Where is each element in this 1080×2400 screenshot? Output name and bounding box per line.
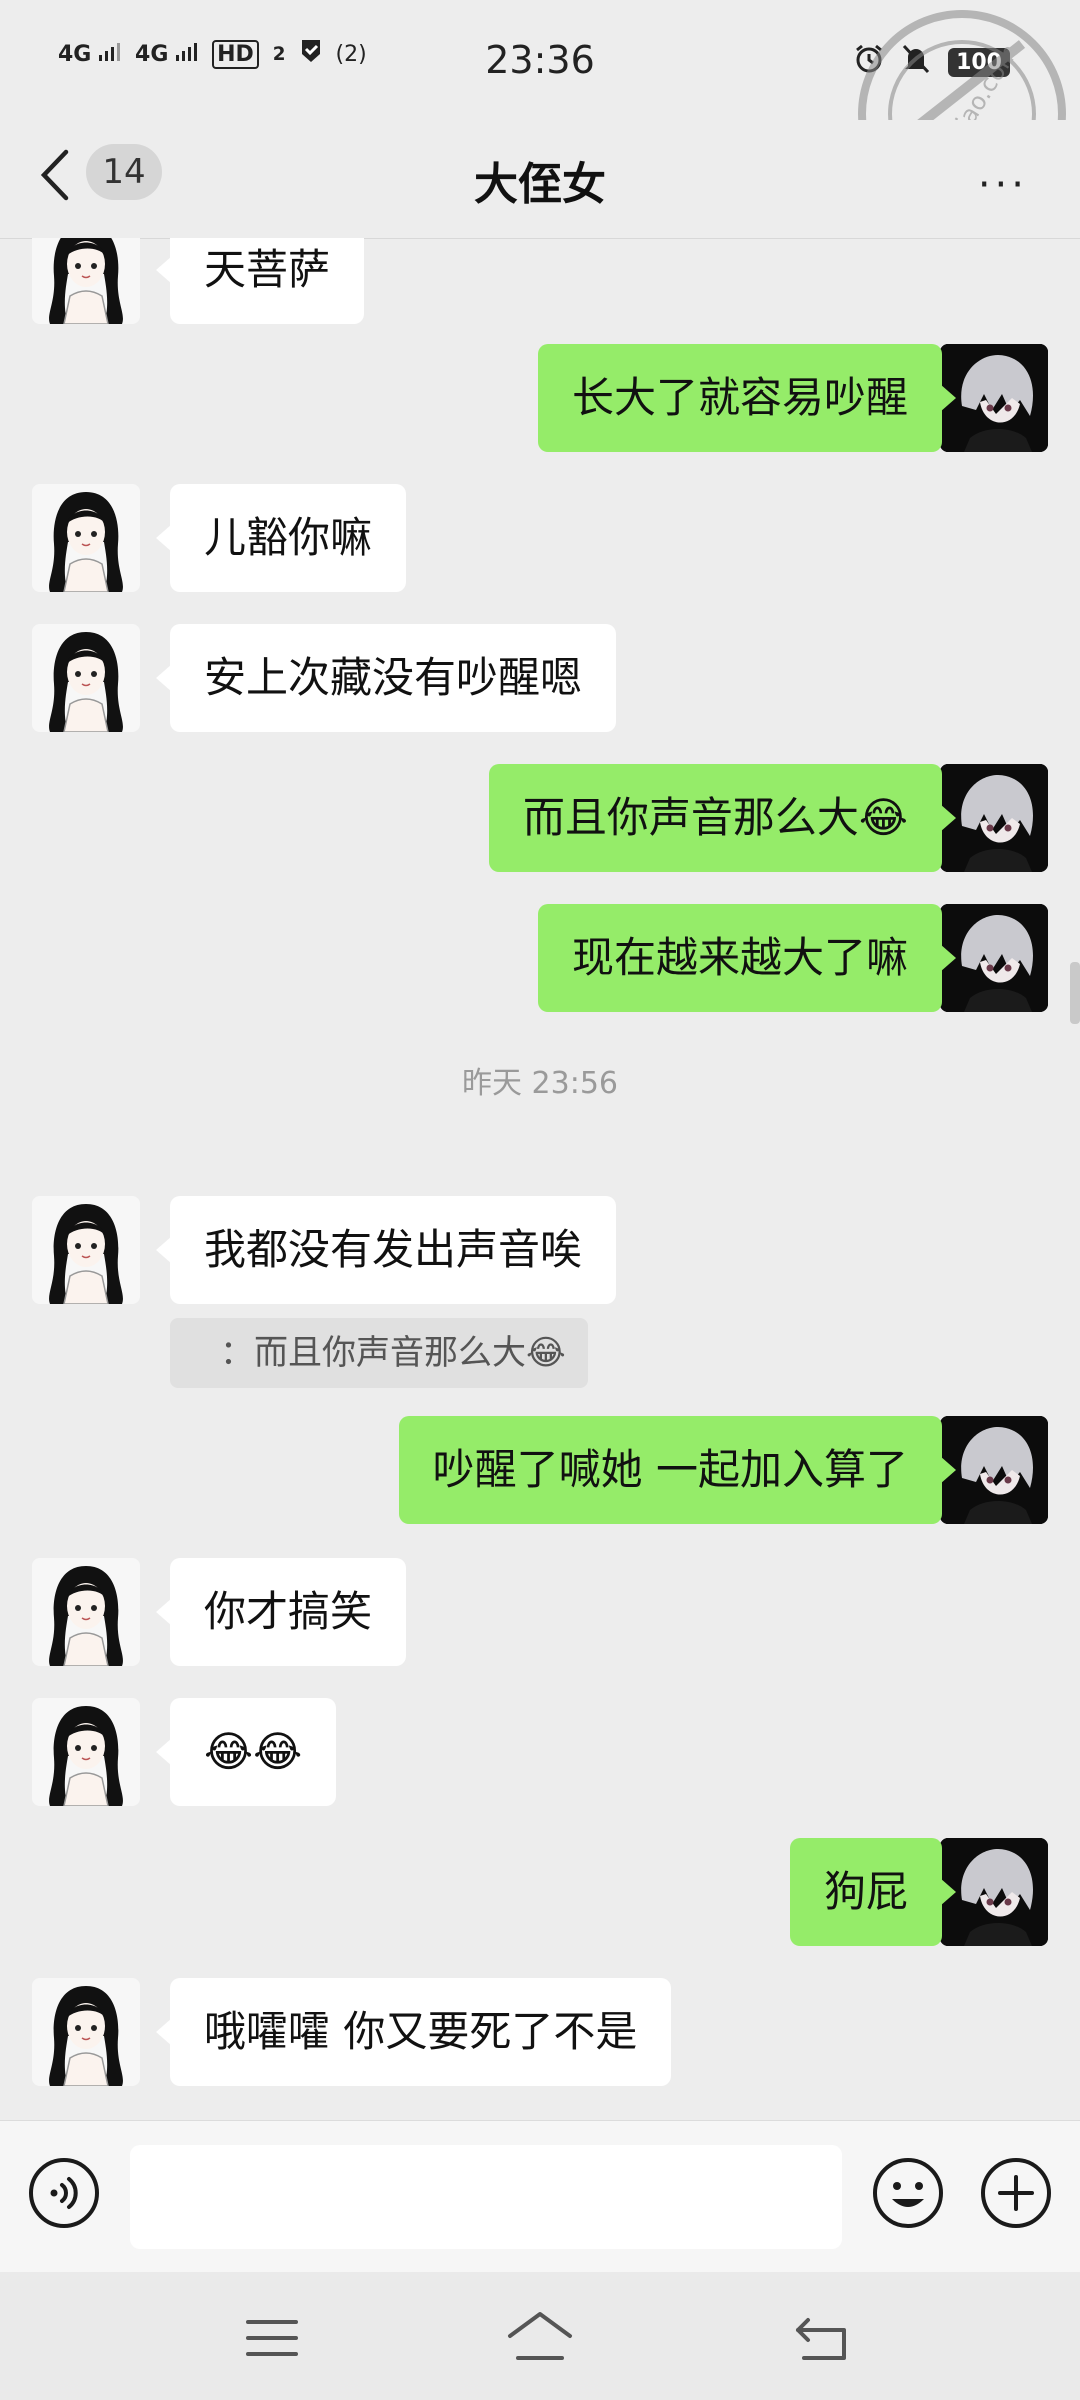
more-options-button[interactable]: ··· xyxy=(978,162,1028,208)
message-input[interactable] xyxy=(130,2145,842,2249)
plus-button[interactable] xyxy=(980,2157,1052,2229)
message-bubble[interactable]: 😂😂 xyxy=(155,1698,337,1806)
voice-icon xyxy=(29,2158,99,2228)
message-bubble[interactable]: 天菩萨 xyxy=(155,238,365,324)
message-bubble[interactable]: 狗屁 xyxy=(789,1838,957,1946)
contact-avatar[interactable] xyxy=(32,1698,140,1806)
self-avatar[interactable] xyxy=(940,1416,1048,1524)
received-message: 我都没有发出声音唉 ：而且你声音那么大😂 xyxy=(0,1196,1080,1388)
contact-avatar[interactable] xyxy=(32,484,140,592)
sent-message: 狗屁 xyxy=(0,1838,1080,1946)
contact-avatar[interactable] xyxy=(32,1558,140,1666)
message-bubble[interactable]: 我都没有发出声音唉 xyxy=(155,1196,617,1304)
sent-message: 吵醒了喊她 一起加入算了 xyxy=(0,1416,1080,1524)
emoji-icon xyxy=(873,2158,943,2228)
received-message: 😂😂 xyxy=(0,1698,1080,1806)
message-bubble[interactable]: 而且你声音那么大😂 xyxy=(488,764,957,872)
menu-button[interactable] xyxy=(242,2308,302,2368)
voice-button[interactable] xyxy=(28,2157,100,2229)
plus-icon xyxy=(981,2158,1051,2228)
received-message: 哦嚯嚯 你又要死了不是 xyxy=(0,1978,1080,2086)
message-bubble[interactable]: 现在越来越大了嘛 xyxy=(537,904,957,1012)
sent-message: 长大了就容易吵醒 xyxy=(0,344,1080,452)
message-timestamp: 昨天 23:56 xyxy=(462,1066,618,1101)
sent-message: 现在越来越大了嘛 xyxy=(0,904,1080,1012)
self-avatar[interactable] xyxy=(940,764,1048,872)
self-avatar[interactable] xyxy=(940,904,1048,1012)
received-message: 安上次藏没有吵醒嗯 xyxy=(0,624,1080,732)
message-list[interactable]: 天菩萨 长大了就容易吵醒 儿豁你嘛 安上次藏没有吵醒嗯 而且你声音那么大😂 现在… xyxy=(0,238,1080,2120)
chat-title: 大侄女 xyxy=(474,159,606,210)
contact-avatar[interactable] xyxy=(32,1196,140,1304)
contact-avatar[interactable] xyxy=(32,1978,140,2086)
menu-icon xyxy=(246,2320,298,2356)
received-message: 你才搞笑 xyxy=(0,1558,1080,1666)
received-message: 儿豁你嘛 xyxy=(0,484,1080,592)
message-bubble[interactable]: 你才搞笑 xyxy=(155,1558,407,1666)
message-bubble[interactable]: 安上次藏没有吵醒嗯 xyxy=(155,624,617,732)
chat-header: 14 大侄女 ··· xyxy=(0,120,1080,239)
input-bar xyxy=(0,2120,1080,2273)
message-bubble[interactable]: 长大了就容易吵醒 xyxy=(537,344,957,452)
contact-avatar[interactable] xyxy=(32,238,140,324)
self-avatar[interactable] xyxy=(940,344,1048,452)
message-bubble[interactable]: 儿豁你嘛 xyxy=(155,484,407,592)
message-bubble[interactable]: 吵醒了喊她 一起加入算了 xyxy=(398,1416,957,1524)
home-button[interactable] xyxy=(504,2308,576,2368)
back-nav-button[interactable] xyxy=(792,2308,852,2368)
quoted-message[interactable]: ：而且你声音那么大😂 xyxy=(170,1318,588,1388)
received-message: 天菩萨 xyxy=(0,238,1080,324)
self-avatar[interactable] xyxy=(940,1838,1048,1946)
emoji-button[interactable] xyxy=(872,2157,944,2229)
sent-message: 而且你声音那么大😂 xyxy=(0,764,1080,872)
contact-avatar[interactable] xyxy=(32,624,140,732)
system-nav-bar xyxy=(0,2272,1080,2400)
home-icon xyxy=(508,2312,572,2360)
message-bubble[interactable]: 哦嚯嚯 你又要死了不是 xyxy=(155,1978,672,2086)
return-icon xyxy=(796,2318,846,2360)
